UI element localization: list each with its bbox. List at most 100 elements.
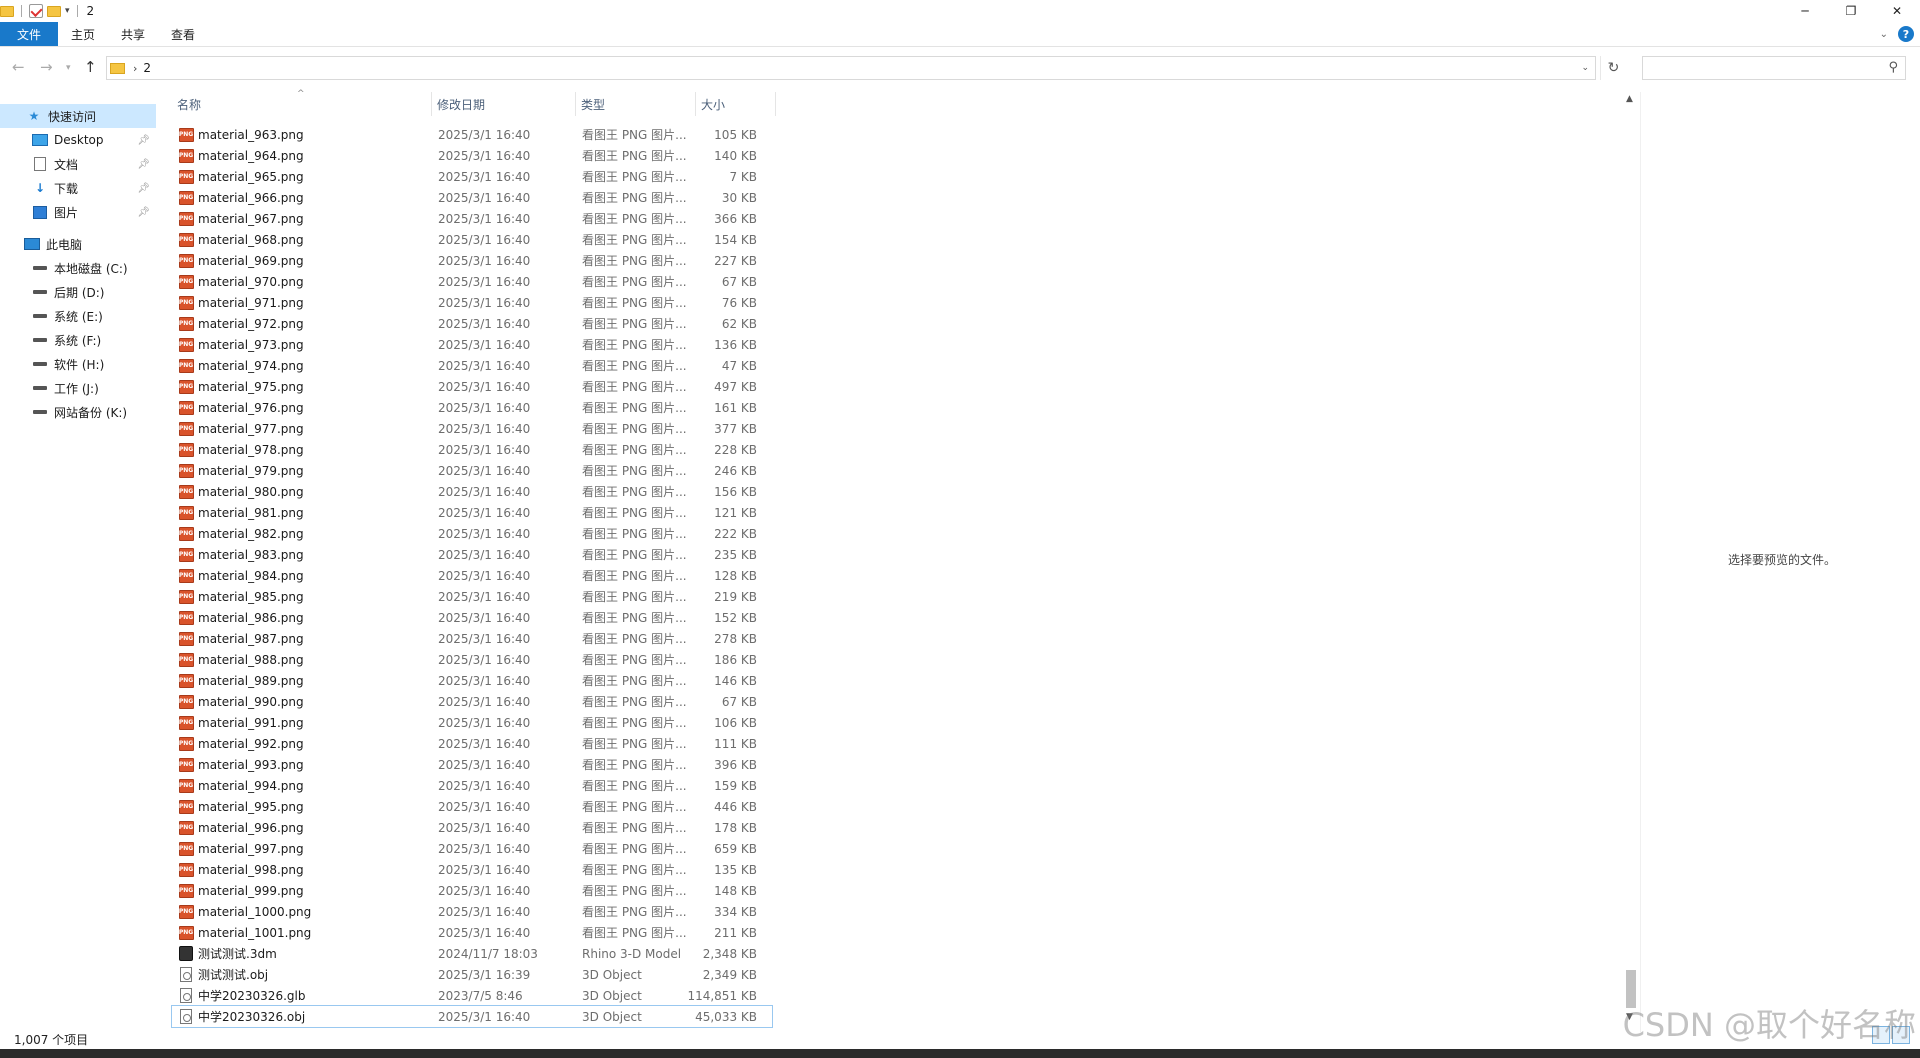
sidebar-item-drive-e[interactable]: 系统 (E:) [0, 304, 160, 328]
pin-icon[interactable]: 📌︎ [137, 183, 150, 194]
table-row[interactable]: PNG material_979.png 2025/3/1 16:40 看图王 PNG… [172, 460, 772, 481]
sidebar-item-this-pc[interactable]: 此电脑 [0, 232, 160, 256]
back-icon[interactable]: ← [12, 58, 25, 76]
table-row[interactable]: PNG material_964.png 2025/3/1 16:40 看图王 PNG… [172, 145, 772, 166]
table-row[interactable]: 中学20230326.obj 2025/3/1 16:40 3D Object 45,… [171, 1005, 773, 1028]
column-header-date[interactable]: 修改日期 [432, 92, 576, 116]
properties-icon[interactable] [29, 4, 43, 18]
minimize-icon[interactable]: ─ [1782, 0, 1828, 22]
sidebar-item-downloads[interactable]: ↓ 下载 📌︎ [0, 176, 160, 200]
sidebar-item-desktop[interactable]: Desktop 📌︎ [0, 128, 160, 152]
table-row[interactable]: PNG material_973.png 2025/3/1 16:40 看图王 PNG… [172, 334, 772, 355]
file-name: material_965.png [198, 169, 304, 184]
table-row[interactable]: PNG material_971.png 2025/3/1 16:40 看图王 PNG… [172, 292, 772, 313]
png-file-icon: PNG [178, 124, 194, 145]
customize-dropdown-icon[interactable]: ▾ [65, 6, 70, 16]
table-row[interactable]: PNG material_977.png 2025/3/1 16:40 看图王 PNG… [172, 418, 772, 439]
table-row[interactable]: PNG material_997.png 2025/3/1 16:40 看图王 PNG… [172, 838, 772, 859]
file-size: 156 KB [714, 484, 757, 499]
sidebar-item-drive-h[interactable]: 软件 (H:) [0, 352, 160, 376]
sidebar-item-documents[interactable]: 文档 📌︎ [0, 152, 160, 176]
table-row[interactable]: PNG material_984.png 2025/3/1 16:40 看图王 PNG… [172, 565, 772, 586]
address-dropdown-icon[interactable]: ⌄ [1581, 63, 1589, 73]
table-row[interactable]: PNG material_990.png 2025/3/1 16:40 看图王 PNG… [172, 691, 772, 712]
table-row[interactable]: PNG material_967.png 2025/3/1 16:40 看图王 PNG… [172, 208, 772, 229]
pin-icon[interactable]: 📌︎ [137, 135, 150, 146]
table-row[interactable]: PNG material_974.png 2025/3/1 16:40 看图王 PNG… [172, 355, 772, 376]
table-row[interactable]: PNG material_982.png 2025/3/1 16:40 看图王 PNG… [172, 523, 772, 544]
breadcrumb-chevron-icon[interactable]: › [133, 62, 137, 75]
address-bar[interactable]: › 2 ⌄ [106, 56, 1596, 80]
tab-home[interactable]: 主页 [58, 22, 108, 46]
table-row[interactable]: PNG material_993.png 2025/3/1 16:40 看图王 PNG… [172, 754, 772, 775]
table-row[interactable]: PNG material_972.png 2025/3/1 16:40 看图王 PNG… [172, 313, 772, 334]
restore-icon[interactable]: ❐ [1828, 0, 1874, 22]
table-row[interactable]: PNG material_987.png 2025/3/1 16:40 看图王 PNG… [172, 628, 772, 649]
table-row[interactable]: PNG material_1001.png 2025/3/1 16:40 看图王 PN… [172, 922, 772, 943]
search-input[interactable]: ⚲ [1642, 56, 1906, 80]
table-row[interactable]: PNG material_992.png 2025/3/1 16:40 看图王 PNG… [172, 733, 772, 754]
table-row[interactable]: PNG material_981.png 2025/3/1 16:40 看图王 PNG… [172, 502, 772, 523]
table-row[interactable]: PNG material_988.png 2025/3/1 16:40 看图王 PNG… [172, 649, 772, 670]
vertical-scrollbar[interactable]: ▲ ▼ [1624, 92, 1638, 1022]
table-row[interactable]: PNG material_991.png 2025/3/1 16:40 看图王 PNG… [172, 712, 772, 733]
table-row[interactable]: PNG material_989.png 2025/3/1 16:40 看图王 PNG… [172, 670, 772, 691]
up-icon[interactable]: ↑ [84, 58, 97, 76]
sidebar-item-pictures[interactable]: 图片 📌︎ [0, 200, 160, 224]
table-row[interactable]: 测试测试.obj 2025/3/1 16:39 3D Object 2,349 KB [172, 964, 772, 985]
breadcrumb[interactable]: 2 [143, 61, 151, 75]
table-row[interactable]: PNG material_994.png 2025/3/1 16:40 看图王 PNG… [172, 775, 772, 796]
sidebar-item-drive-f[interactable]: 系统 (F:) [0, 328, 160, 352]
sidebar-item-drive-c[interactable]: 本地磁盘 (C:) [0, 256, 160, 280]
table-row[interactable]: 测试测试.3dm 2024/11/7 18:03 Rhino 3-D Model 2,… [172, 943, 772, 964]
pin-icon[interactable]: 📌︎ [137, 159, 150, 170]
file-type: 看图王 PNG 图片... [582, 779, 687, 793]
pin-icon[interactable]: 📌︎ [137, 207, 150, 218]
scroll-up-icon[interactable]: ▲ [1626, 94, 1633, 104]
table-row[interactable]: PNG material_980.png 2025/3/1 16:40 看图王 PNG… [172, 481, 772, 502]
tab-file[interactable]: 文件 [0, 22, 59, 46]
table-row[interactable]: PNG material_969.png 2025/3/1 16:40 看图王 PNG… [172, 250, 772, 271]
table-row[interactable]: PNG material_996.png 2025/3/1 16:40 看图王 PNG… [172, 817, 772, 838]
recent-locations-icon[interactable]: ▾ [66, 63, 71, 73]
file-type: 看图王 PNG 图片... [582, 884, 687, 898]
forward-icon[interactable]: → [40, 58, 53, 76]
file-size: 377 KB [714, 421, 757, 436]
table-row[interactable]: PNG material_1000.png 2025/3/1 16:40 看图王 PN… [172, 901, 772, 922]
table-row[interactable]: PNG material_976.png 2025/3/1 16:40 看图王 PNG… [172, 397, 772, 418]
table-row[interactable]: PNG material_995.png 2025/3/1 16:40 看图王 PNG… [172, 796, 772, 817]
help-icon[interactable]: ? [1898, 26, 1914, 42]
table-row[interactable]: 中学20230326.glb 2023/7/5 8:46 3D Object 114,… [172, 985, 772, 1006]
table-row[interactable]: PNG material_999.png 2025/3/1 16:40 看图王 PNG… [172, 880, 772, 901]
preview-pane: 选择要预览的文件。 [1640, 92, 1920, 1032]
table-row[interactable]: PNG material_998.png 2025/3/1 16:40 看图王 PNG… [172, 859, 772, 880]
table-row[interactable]: PNG material_986.png 2025/3/1 16:40 看图王 PNG… [172, 607, 772, 628]
table-row[interactable]: PNG material_963.png 2025/3/1 16:40 看图王 PNG… [172, 124, 772, 145]
table-row[interactable]: PNG material_968.png 2025/3/1 16:40 看图王 PNG… [172, 229, 772, 250]
expand-ribbon-icon[interactable]: ⌄ [1880, 29, 1888, 40]
column-header-name[interactable]: 名称 [172, 92, 432, 116]
table-row[interactable]: PNG material_983.png 2025/3/1 16:40 看图王 PNG… [172, 544, 772, 565]
column-header-type[interactable]: 类型 [576, 92, 696, 116]
table-row[interactable]: PNG material_978.png 2025/3/1 16:40 看图王 PNG… [172, 439, 772, 460]
tab-share[interactable]: 共享 [108, 22, 158, 46]
sidebar-item-quick-access[interactable]: ★ 快速访问 [0, 104, 156, 128]
tab-view[interactable]: 查看 [158, 22, 208, 46]
sidebar-item-drive-d[interactable]: 后期 (D:) [0, 280, 160, 304]
sidebar-item-drive-j[interactable]: 工作 (J:) [0, 376, 160, 400]
table-row[interactable]: PNG material_966.png 2025/3/1 16:40 看图王 PNG… [172, 187, 772, 208]
file-date: 2025/3/1 16:40 [438, 862, 531, 877]
table-row[interactable]: PNG material_965.png 2025/3/1 16:40 看图王 PNG… [172, 166, 772, 187]
refresh-icon[interactable]: ↻ [1600, 56, 1626, 80]
column-header-size[interactable]: 大小 [696, 92, 776, 116]
table-row[interactable]: PNG material_970.png 2025/3/1 16:40 看图王 PNG… [172, 271, 772, 292]
close-icon[interactable]: ✕ [1874, 0, 1920, 22]
file-date: 2025/3/1 16:40 [438, 211, 531, 226]
table-row[interactable]: PNG material_985.png 2025/3/1 16:40 看图王 PNG… [172, 586, 772, 607]
search-icon: ⚲ [1888, 60, 1898, 75]
png-file-icon: PNG [178, 313, 194, 334]
table-row[interactable]: PNG material_975.png 2025/3/1 16:40 看图王 PNG… [172, 376, 772, 397]
sidebar-item-drive-k[interactable]: 网站备份 (K:) [0, 400, 160, 424]
object-file-icon [178, 964, 194, 985]
new-folder-icon[interactable] [47, 5, 61, 17]
